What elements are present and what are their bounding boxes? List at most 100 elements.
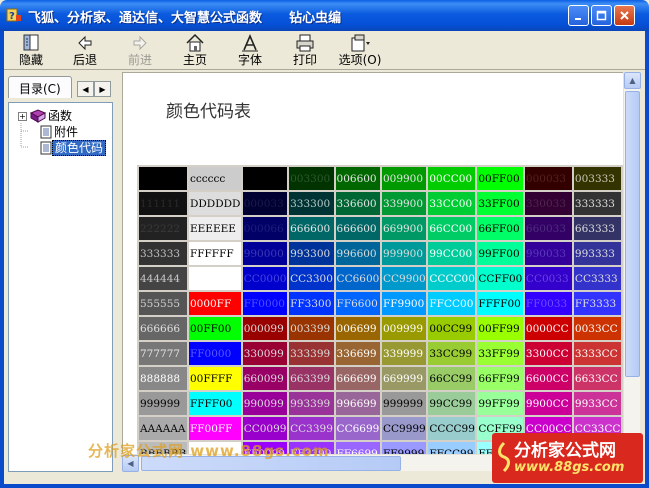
color-cell: FFFFFF — [188, 242, 241, 265]
book-icon — [30, 109, 46, 123]
color-cell: 111111 — [139, 192, 187, 215]
color-cell — [139, 167, 187, 190]
color-cell: 666699 — [335, 367, 380, 390]
color-cell: CC3300 — [289, 267, 334, 290]
tab-scroll-arrows: ◀ ▶ — [77, 81, 111, 97]
color-cell: 990033 — [524, 242, 572, 265]
back-arrow-icon — [78, 35, 92, 51]
logo-chinese-text: 分析家公式网 — [514, 441, 616, 461]
tree-item-attachment[interactable]: 附件 — [40, 124, 80, 140]
title-bar[interactable]: ? 飞狐、分析家、通达信、大智慧公式函数 钻心虫编 — [0, 0, 649, 31]
color-cell: FFCC99 — [428, 442, 476, 454]
color-cell: 336699 — [335, 342, 380, 365]
table-row: 888888 00FFFF 660099 663399 666699 669999 66CC… — [139, 367, 621, 390]
minimize-button[interactable] — [568, 5, 589, 26]
color-cell: FF9900 — [381, 292, 427, 315]
color-cell: 333333 — [573, 192, 621, 215]
tree-item-label: 颜色代码 — [52, 140, 107, 156]
color-cell: CC3333 — [573, 267, 621, 290]
color-cell: 669999 — [381, 367, 427, 390]
back-button[interactable]: 后退 — [68, 33, 102, 68]
color-cell: FFFF00 — [477, 292, 523, 315]
vertical-scrollbar[interactable]: ▲ ▼ — [623, 72, 641, 454]
table-row: 555555 0000FF FF0000 FF3300 FF6600 FF9900 FFCC… — [139, 292, 621, 315]
color-cell: CC9999 — [381, 417, 427, 440]
color-cell: 0000FF — [188, 292, 241, 315]
color-cell: FF0033 — [524, 292, 572, 315]
color-cell: 99CC00 — [428, 242, 476, 265]
color-cell: 006699 — [335, 317, 380, 340]
tab-contents[interactable]: 目录(C) — [8, 76, 72, 98]
tree-item-label: 附件 — [54, 125, 79, 139]
forward-button[interactable]: 前进 — [123, 33, 157, 68]
options-button[interactable]: 选项(O) — [337, 33, 383, 68]
forward-arrow-icon — [133, 35, 147, 51]
table-row: 999999 FFFF00 990099 993399 996699 999999 99CC… — [139, 392, 621, 415]
window-frame-right — [645, 31, 649, 488]
color-cell: FF0000 — [242, 292, 288, 315]
print-button[interactable]: 打印 — [288, 33, 322, 68]
vertical-scroll-thumb[interactable] — [625, 91, 640, 377]
table-row: 333333 FFFFFF 990000 993300 996600 999900 99CC… — [139, 242, 621, 265]
color-cell: 000033 — [242, 192, 288, 215]
color-cell: 003399 — [289, 317, 334, 340]
tree-item-color-codes[interactable]: 颜色代码 — [40, 140, 107, 156]
color-cell: FFFF00 — [188, 392, 241, 415]
color-cell: 336600 — [335, 192, 380, 215]
page-icon — [40, 125, 52, 139]
tab-scroll-right-button[interactable]: ▶ — [94, 81, 111, 97]
color-cell: CC3399 — [289, 417, 334, 440]
right-triangle-icon: ▶ — [99, 84, 106, 94]
print-icon — [296, 34, 314, 52]
font-label: 字体 — [237, 53, 262, 67]
color-cell: 0033CC — [573, 317, 621, 340]
color-cell: 777777 — [139, 342, 187, 365]
color-cell: 99FF00 — [477, 242, 523, 265]
color-cell: CC9900 — [381, 267, 427, 290]
contents-tree: + 函数 附件 颜色代码 — [8, 102, 113, 472]
color-cell: 66FF99 — [477, 367, 523, 390]
help-app-icon: ? — [6, 8, 21, 22]
color-cell: FF0000 — [188, 342, 241, 365]
font-button[interactable]: 字体 — [233, 33, 267, 68]
font-icon — [242, 33, 258, 52]
color-cell: 222222 — [139, 217, 187, 240]
color-cell: 66CC99 — [428, 367, 476, 390]
color-cell: 666600 — [289, 217, 334, 240]
color-cell: 33CC00 — [428, 192, 476, 215]
table-row: 777777 FF0000 330099 333399 336699 339999 33CC… — [139, 342, 621, 365]
color-cell: 333399 — [289, 342, 334, 365]
hide-button[interactable]: 隐藏 — [14, 33, 48, 68]
color-cell: 663399 — [289, 367, 334, 390]
scroll-up-button[interactable]: ▲ — [624, 72, 641, 89]
color-cell: CC0099 — [242, 417, 288, 440]
table-row: 111111 DDDDDD 000033 333300 336600 339900 33CC… — [139, 192, 621, 215]
color-cell: 66FF00 — [477, 217, 523, 240]
color-cell: 999900 — [381, 242, 427, 265]
tree-item-label: 函数 — [48, 109, 73, 123]
toolbar: 隐藏 后退 前进 主页 字体 打印 选项(O) — [4, 31, 645, 70]
color-cell: 6633CC — [573, 367, 621, 390]
window-frame-bottom — [0, 484, 649, 488]
color-cell: CCFF00 — [477, 267, 523, 290]
color-cell: 663333 — [573, 217, 621, 240]
color-cell: 6600CC — [524, 367, 572, 390]
table-row: 444444 CC0000 CC3300 CC6600 CC9900 CCCC00 CCFF… — [139, 267, 621, 290]
color-cell: 330099 — [242, 342, 288, 365]
color-cell: 9933CC — [573, 392, 621, 415]
color-cell: 009999 — [381, 317, 427, 340]
color-cell: 0000CC — [524, 317, 572, 340]
close-button[interactable] — [614, 5, 635, 26]
tab-scroll-left-button[interactable]: ◀ — [77, 81, 94, 97]
window-title: 飞狐、分析家、通达信、大智慧公式函数 钻心虫编 — [28, 11, 342, 26]
tree-item-functions[interactable]: + 函数 — [18, 108, 74, 124]
logo-url-text: www.88gs.com — [514, 460, 625, 475]
color-cell: DDDDDD — [188, 192, 241, 215]
color-cell: 003300 — [289, 167, 334, 190]
maximize-button[interactable] — [591, 5, 612, 26]
color-cell: 660033 — [524, 217, 572, 240]
home-button[interactable]: 主页 — [178, 33, 212, 68]
expand-icon[interactable]: + — [18, 111, 27, 121]
color-cell: 00CC00 — [428, 167, 476, 190]
print-label: 打印 — [292, 53, 317, 67]
